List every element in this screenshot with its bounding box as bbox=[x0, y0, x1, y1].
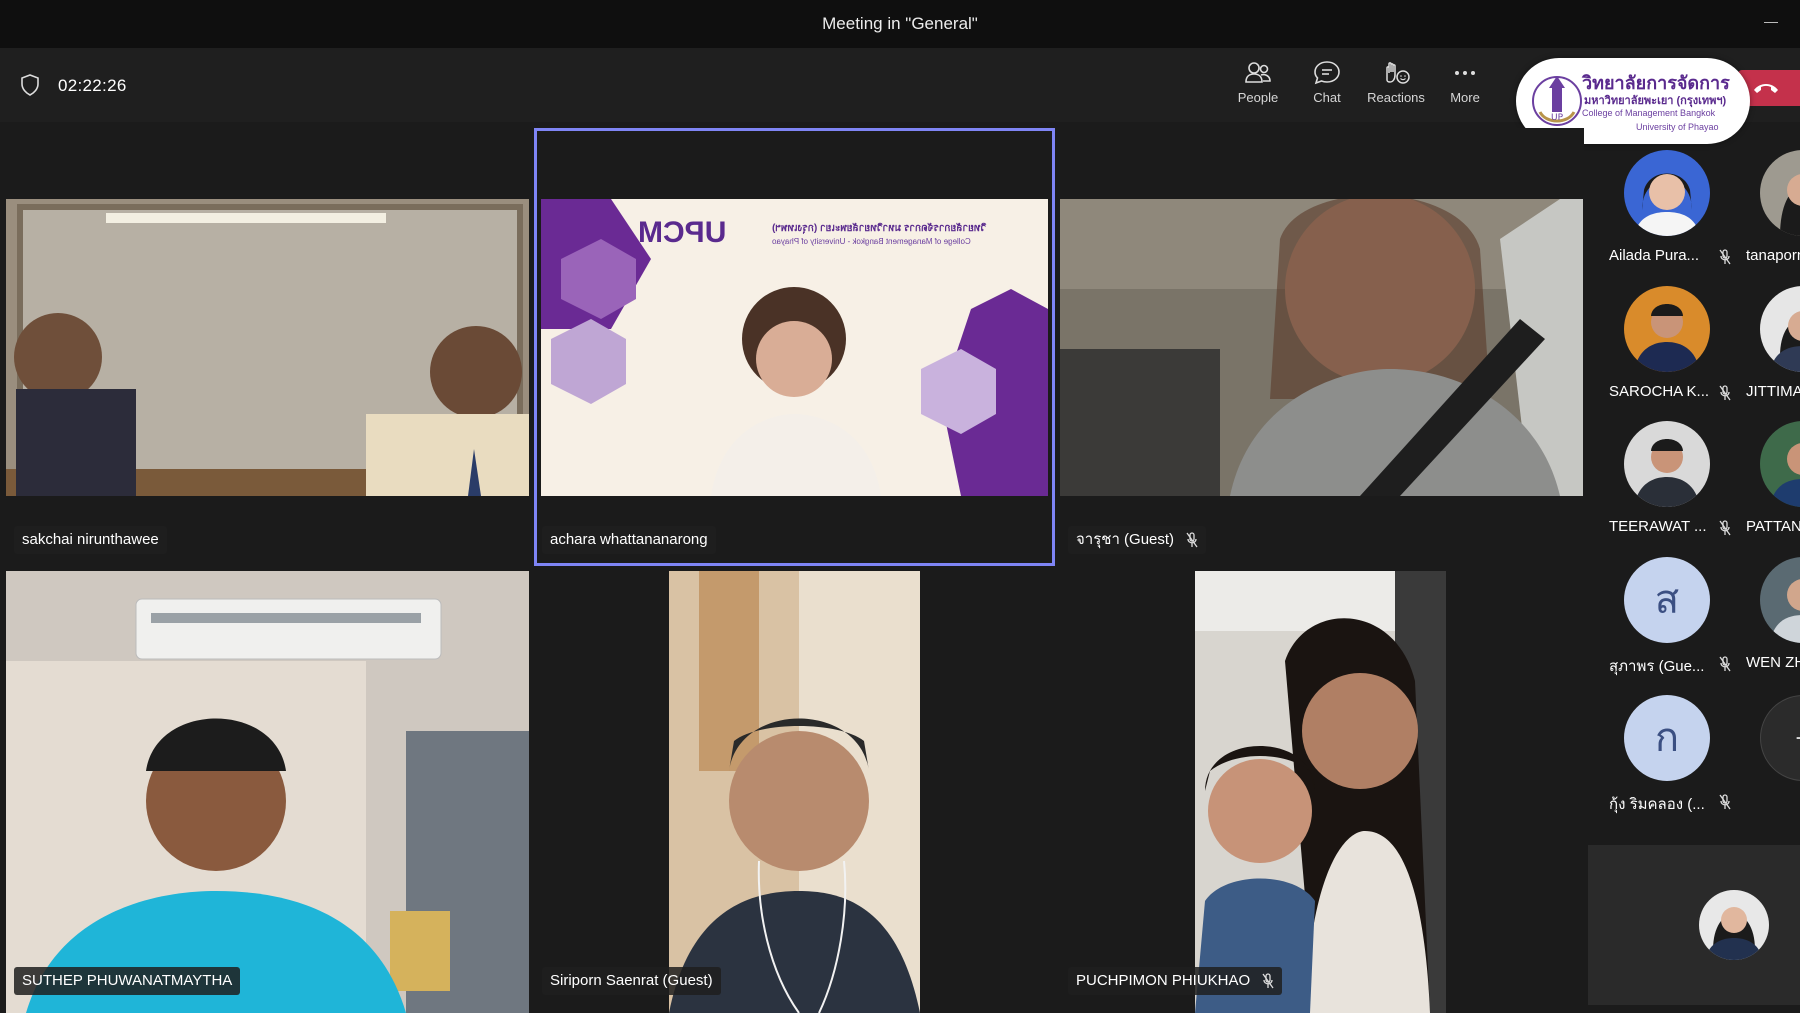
mic-muted-icon bbox=[1719, 385, 1731, 401]
logo-english-title: College of Management Bangkok bbox=[1582, 108, 1716, 118]
mic-muted-icon bbox=[1186, 532, 1198, 548]
self-view[interactable] bbox=[1588, 845, 1800, 1005]
avatar bbox=[1760, 286, 1800, 372]
reactions-button[interactable]: Reactions bbox=[1361, 60, 1431, 116]
mic-muted-icon bbox=[1719, 520, 1731, 536]
video-tile-achara[interactable]: UPCM วิทยาลัยการจัดการ มหาวิทยาลัยพะเยา … bbox=[534, 128, 1055, 566]
roster-item[interactable]: TEERAWAT ... bbox=[1607, 421, 1737, 551]
slide-heading: วิทยาลัยการจัดการ มหาวิทยาลัยพะเยา (กรุง… bbox=[772, 223, 987, 234]
meeting-timer: 02:22:26 bbox=[58, 76, 127, 95]
roster-item[interactable]: JITTIMA bbox=[1744, 286, 1800, 416]
chat-button[interactable]: Chat bbox=[1292, 60, 1362, 116]
participant-name: Siriporn Saenrat (Guest) bbox=[550, 972, 713, 989]
self-avatar bbox=[1699, 890, 1769, 960]
slide-subheading: College of Management Bangkok - Universi… bbox=[772, 237, 971, 246]
video-tile-sakchai[interactable]: sakchai nirunthawee bbox=[0, 128, 533, 566]
slide-brand: UPCM bbox=[638, 216, 727, 249]
video-tile-jarucha[interactable]: จารุชา (Guest) bbox=[1056, 128, 1584, 566]
mic-muted-icon bbox=[1719, 249, 1731, 265]
roster-name: SAROCHA K... bbox=[1609, 383, 1710, 400]
roster-item[interactable]: ส สุภาพร (Gue... bbox=[1607, 557, 1737, 687]
participant-video bbox=[1195, 571, 1446, 1013]
participant-name: sakchai nirunthawee bbox=[22, 531, 159, 548]
reactions-label: Reactions bbox=[1367, 90, 1425, 105]
roster-item[interactable]: Ailada Pura... bbox=[1607, 150, 1737, 280]
participant-name: SUTHEP PHUWANATMAYTHA bbox=[22, 972, 233, 989]
more-button[interactable]: More bbox=[1430, 60, 1500, 116]
avatar bbox=[1624, 286, 1710, 372]
reactions-icon bbox=[1386, 62, 1410, 84]
shield-icon[interactable] bbox=[20, 74, 40, 96]
participant-name: จารุชา (Guest) bbox=[1076, 531, 1175, 548]
roster-overflow-button[interactable]: + bbox=[1744, 695, 1800, 825]
participant-name-tag: PUCHPIMON PHIUKHAO bbox=[1068, 967, 1283, 995]
roster-name: สุภาพร (Gue... bbox=[1609, 658, 1705, 675]
roster-name: JITTIMA bbox=[1746, 383, 1800, 400]
participant-video bbox=[6, 199, 529, 496]
participant-name-tag: Siriporn Saenrat (Guest) bbox=[542, 967, 721, 995]
roster-name: WEN ZH bbox=[1746, 654, 1800, 671]
video-tile-suthep[interactable]: SUTHEP PHUWANATMAYTHA bbox=[0, 567, 533, 1013]
participant-name-tag: SUTHEP PHUWANATMAYTHA bbox=[14, 967, 241, 995]
logo-thai-subtitle: มหาวิทยาลัยพะเยา (กรุงเทพฯ) bbox=[1584, 95, 1727, 107]
roster-item[interactable]: PATTANA bbox=[1744, 421, 1800, 551]
avatar bbox=[1760, 150, 1800, 236]
participant-name: achara whattananarong bbox=[550, 531, 708, 548]
svg-text:UP: UP bbox=[1551, 113, 1564, 123]
video-tile-puchpimon[interactable]: PUCHPIMON PHIUKHAO bbox=[1056, 567, 1584, 1013]
video-tile-siriporn[interactable]: Siriporn Saenrat (Guest) bbox=[534, 567, 1055, 1013]
college-seal-icon: UP bbox=[1532, 76, 1582, 126]
roster-name: Ailada Pura... bbox=[1609, 247, 1700, 264]
mic-muted-icon bbox=[1719, 794, 1731, 810]
roster-name: tanaporn bbox=[1746, 247, 1800, 264]
avatar bbox=[1760, 557, 1800, 643]
participant-name-tag: sakchai nirunthawee bbox=[14, 526, 167, 554]
minimize-button[interactable] bbox=[1764, 22, 1778, 23]
participant-video bbox=[1060, 199, 1583, 496]
avatar bbox=[1624, 421, 1710, 507]
participant-name-tag: จารุชา (Guest) bbox=[1068, 526, 1207, 554]
people-icon bbox=[1245, 62, 1271, 83]
window-title: Meeting in "General" bbox=[822, 14, 978, 33]
roster-item[interactable]: tanaporn bbox=[1744, 150, 1800, 280]
participant-name-tag: achara whattananarong bbox=[542, 526, 716, 554]
more-label: More bbox=[1450, 90, 1480, 105]
avatar bbox=[1760, 421, 1800, 507]
roster-name: กุ้ง ริมคลอง (... bbox=[1609, 796, 1705, 813]
more-icon bbox=[1455, 71, 1475, 75]
roster-name: TEERAWAT ... bbox=[1609, 518, 1707, 535]
participant-name: PUCHPIMON PHIUKHAO bbox=[1076, 972, 1251, 989]
window-title-bar: Meeting in "General" bbox=[0, 0, 1800, 48]
avatar bbox=[1624, 150, 1710, 236]
chat-label: Chat bbox=[1313, 90, 1341, 105]
people-label: People bbox=[1237, 90, 1279, 105]
roster-item[interactable]: WEN ZH bbox=[1744, 557, 1800, 687]
phone-hangup-icon bbox=[1754, 84, 1778, 93]
avatar: ส bbox=[1624, 557, 1710, 643]
mic-muted-icon bbox=[1719, 656, 1731, 672]
roster-name: PATTANA bbox=[1746, 518, 1800, 535]
people-button[interactable]: People bbox=[1223, 60, 1293, 116]
participant-video bbox=[669, 571, 920, 1013]
more-participants-icon: + bbox=[1760, 695, 1800, 781]
chat-icon bbox=[1314, 61, 1340, 85]
avatar: ก bbox=[1624, 695, 1710, 781]
roster-item[interactable]: ก กุ้ง ริมคลอง (... bbox=[1607, 695, 1737, 825]
mic-muted-icon bbox=[1262, 973, 1274, 989]
participant-video bbox=[6, 571, 529, 1013]
roster-item[interactable]: SAROCHA K... bbox=[1607, 286, 1737, 416]
logo-english-subtitle: University of Phayao bbox=[1636, 122, 1719, 132]
